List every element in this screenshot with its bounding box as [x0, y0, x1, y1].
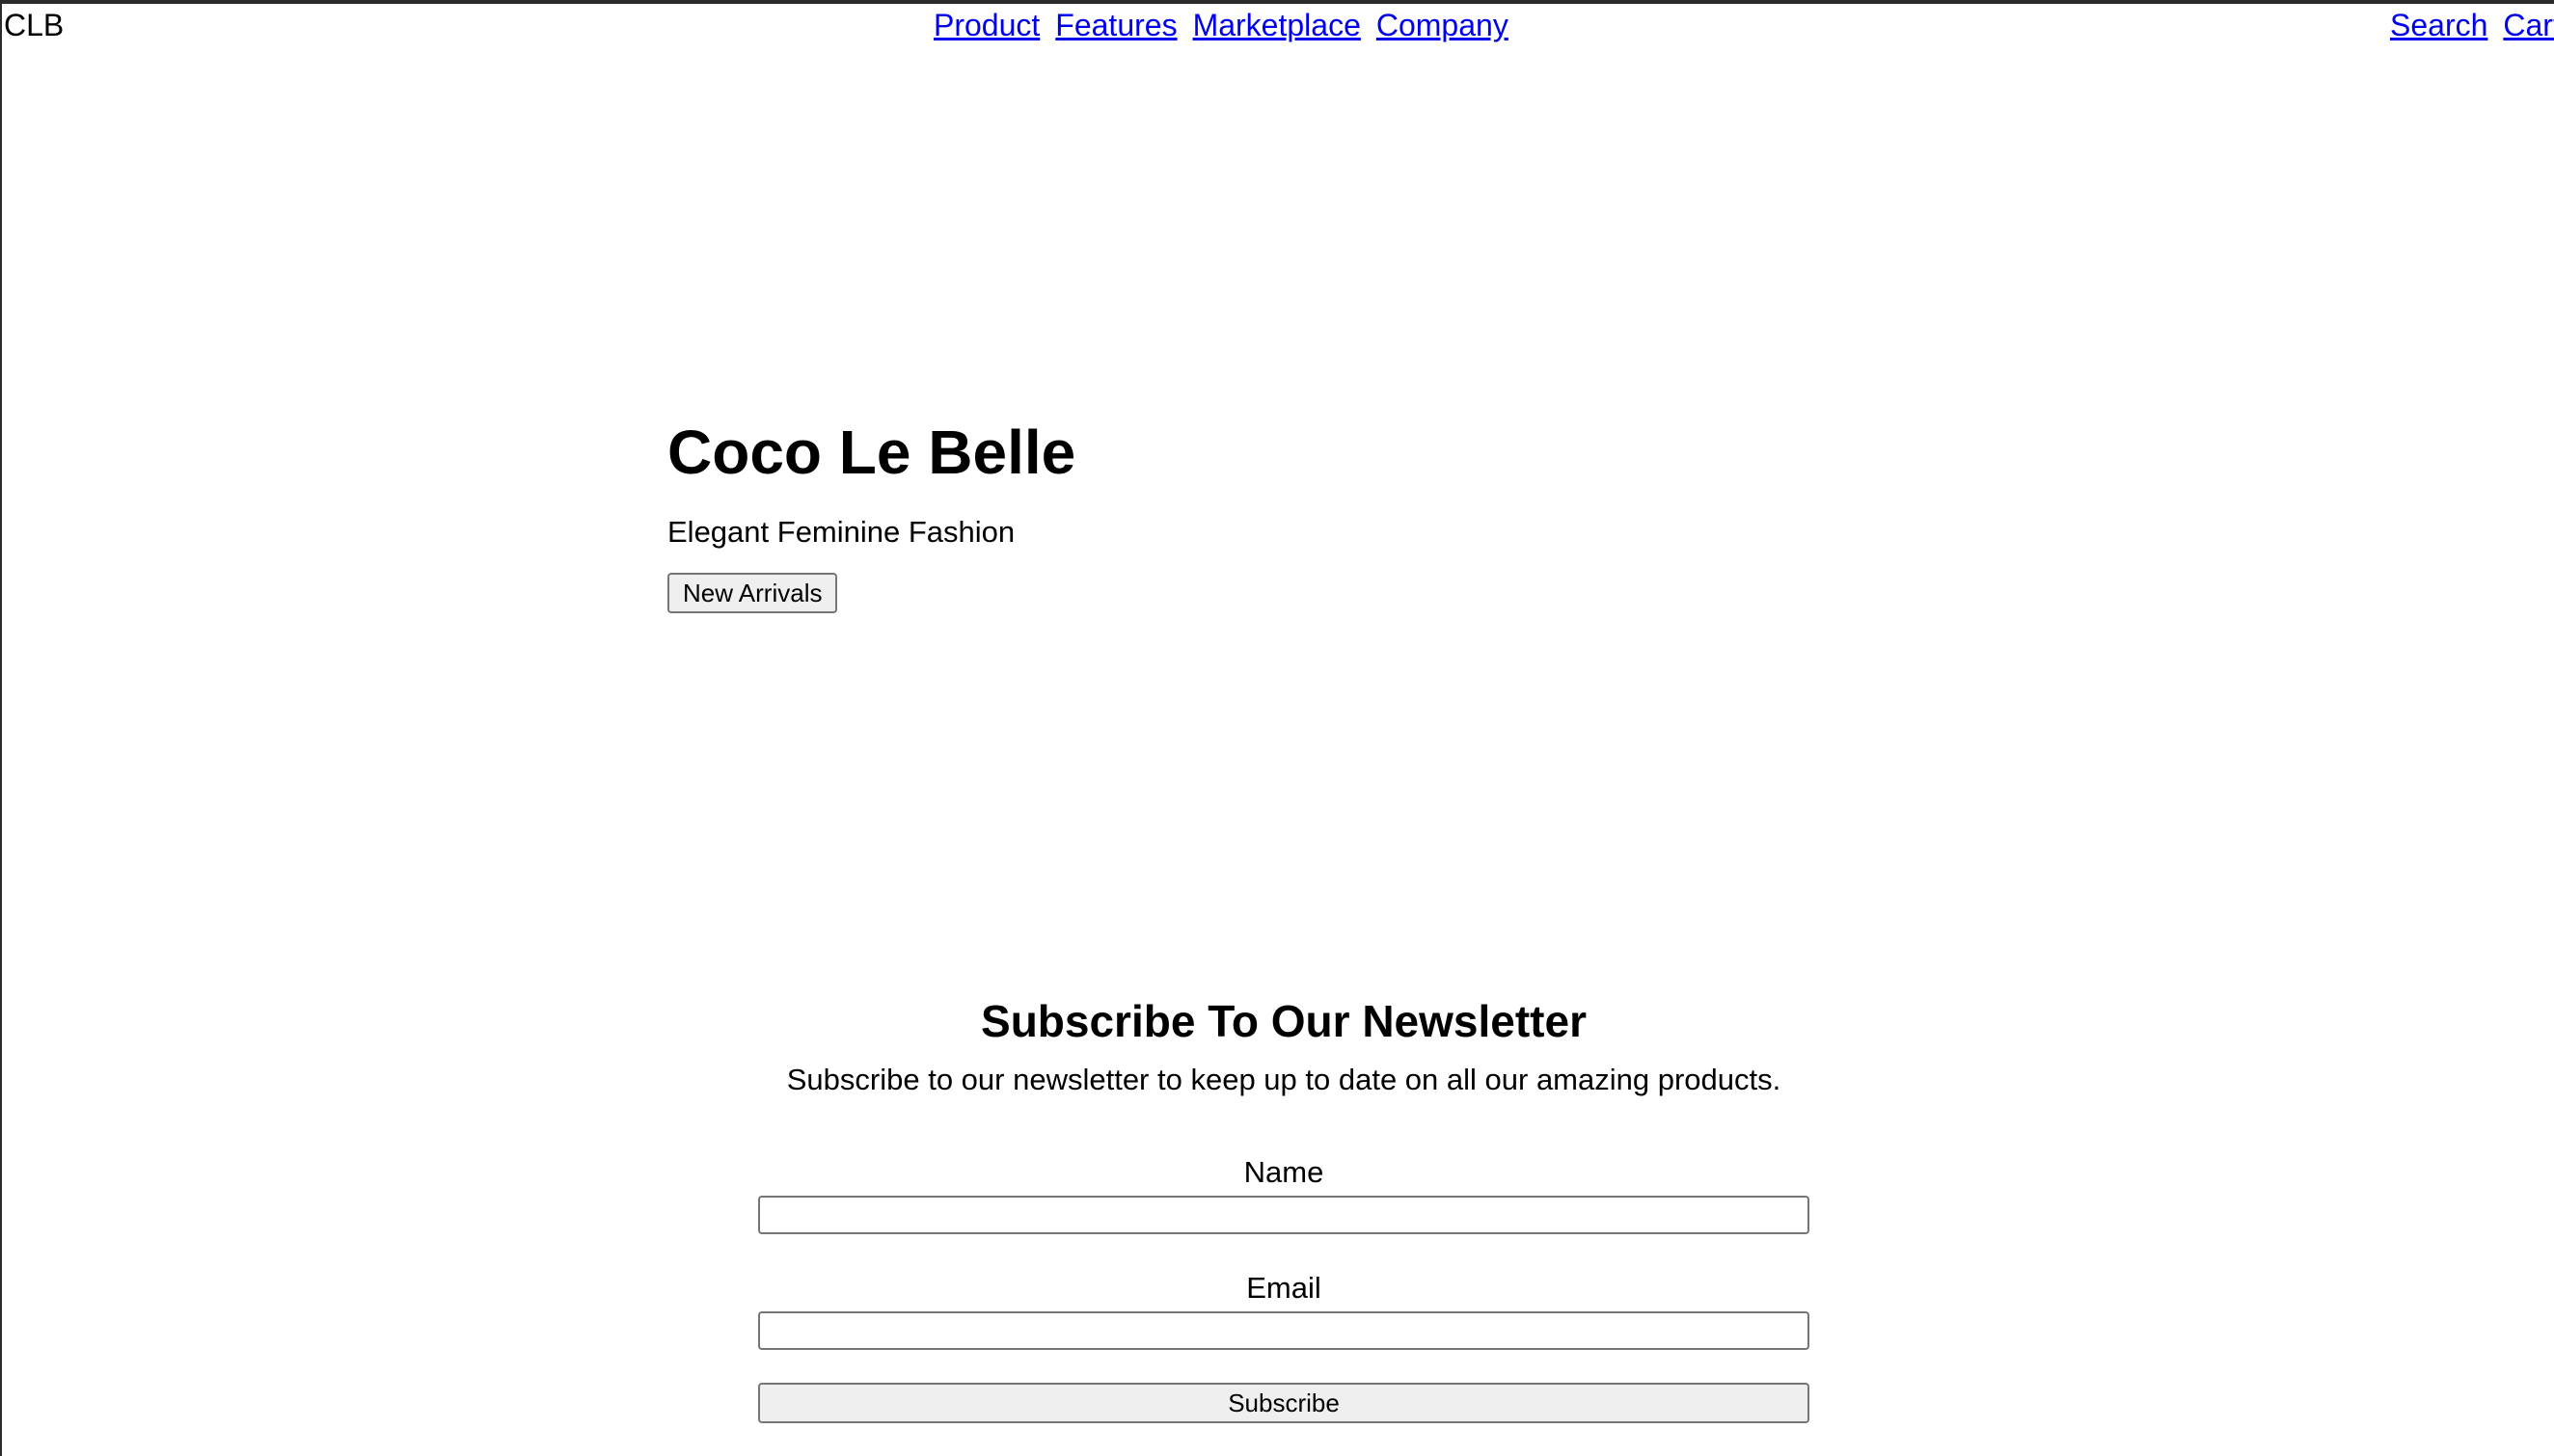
nav-link-company[interactable]: Company [1376, 6, 1508, 44]
name-label: Name [1243, 1155, 1324, 1189]
newsletter-description: Subscribe to our newsletter to keep up t… [786, 1063, 1781, 1096]
nav-link-cart[interactable]: Cart [2503, 6, 2554, 44]
main-nav: Product Features Marketplace Company [934, 6, 1508, 44]
subscribe-button[interactable]: Subscribe [758, 1383, 1809, 1423]
newsletter-section: Subscribe To Our Newsletter Subscribe to… [758, 987, 1809, 1423]
newsletter-title: Subscribe To Our Newsletter [981, 996, 1587, 1046]
new-arrivals-button[interactable]: New Arrivals [667, 573, 838, 613]
email-input[interactable] [758, 1311, 1809, 1350]
nav-link-search[interactable]: Search [2390, 6, 2487, 44]
page: CLB Product Features Marketplace Company… [0, 0, 2554, 1456]
name-input[interactable] [758, 1196, 1809, 1234]
hero-section: Coco Le Belle Elegant Feminine Fashion N… [667, 409, 1075, 613]
email-label: Email [1246, 1271, 1321, 1305]
nav-link-marketplace[interactable]: Marketplace [1193, 6, 1361, 44]
nav-link-features[interactable]: Features [1055, 6, 1177, 44]
nav-link-product[interactable]: Product [934, 6, 1040, 44]
hero-subtitle: Elegant Feminine Fashion [667, 515, 1016, 549]
utility-nav: Search Cart [2390, 6, 2554, 44]
brand-logo-text: CLB [4, 8, 65, 42]
hero-title: Coco Le Belle [667, 418, 1076, 487]
